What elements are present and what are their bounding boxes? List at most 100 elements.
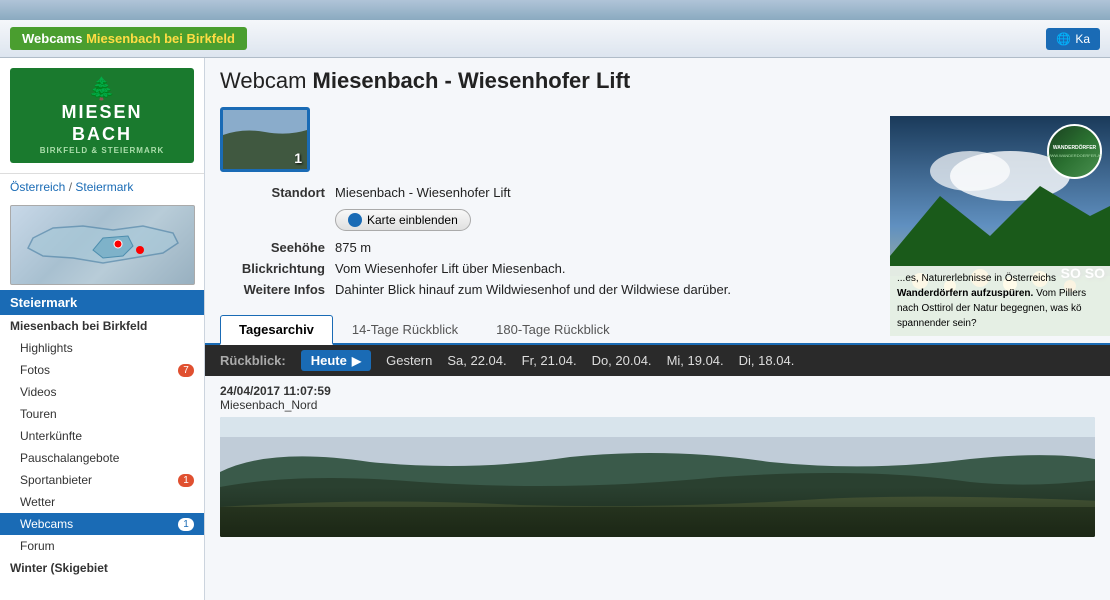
map-button-label: Karte einblenden: [367, 213, 458, 227]
archive-sa[interactable]: Sa, 22.04.: [447, 353, 506, 368]
tab-14tage[interactable]: 14-Tage Rückblick: [333, 315, 477, 343]
logo-line2: BACH: [20, 124, 184, 146]
map-svg: [13, 208, 193, 283]
ad-bottom-text: ...es, Naturerlebnisse in Österreichs Wa…: [890, 266, 1110, 336]
ad-text1: ...es, Naturerlebnisse in Österreichs: [897, 273, 1056, 284]
standort-label: Standort: [220, 185, 335, 200]
sidebar-location-title[interactable]: Miesenbach bei Birkfeld: [0, 315, 204, 337]
content-header: Webcam Miesenbach - Wiesenhofer Lift: [205, 58, 1110, 107]
sidebar-item-pauschalangebote[interactable]: Pauschalangebote: [0, 447, 204, 469]
ad-logo-circle: WANDERDÖRFER WWW.WANDERDOERFER.AT: [1047, 124, 1102, 179]
breadcrumb: Webcams Miesenbach bei Birkfeld: [10, 27, 247, 50]
sidebar-badge: 7: [178, 364, 194, 377]
blickrichtung-label: Blickrichtung: [220, 261, 335, 276]
ka-button[interactable]: 🌐 Ka: [1046, 28, 1100, 50]
header-right: 🌐 Ka: [1046, 28, 1100, 50]
sidebar-item-label: Highlights: [20, 341, 73, 355]
ad-logo-text: WANDERDÖRFER: [1053, 145, 1096, 151]
sidebar-item-label: Fotos: [20, 363, 50, 377]
location-title-text: Miesenbach bei Birkfeld: [10, 319, 147, 333]
sidebar-badge: 1: [178, 518, 194, 531]
archive-mi[interactable]: Mi, 19.04.: [667, 353, 724, 368]
country-link[interactable]: Österreich: [10, 180, 65, 194]
ad-text4: nach Osttirol der Natur begegnen, was kö: [897, 303, 1082, 314]
region-sep: /: [69, 180, 72, 194]
sidebar-item-fotos[interactable]: Fotos 7: [0, 359, 204, 381]
ad-text3: Vom Pillers: [1033, 288, 1086, 299]
panorama-overlay: [220, 487, 1095, 537]
webcam-location-name: Miesenbach_Nord: [220, 398, 1095, 412]
logo-box: 🌲 MIESEN BACH BIRKFELD & STEIERMARK: [10, 68, 194, 163]
sidebar-item-label: Webcams: [20, 517, 73, 531]
sidebar-item-winter[interactable]: Winter (Skigebiet: [0, 557, 204, 579]
page-title: Webcam Miesenbach - Wiesenhofer Lift: [220, 68, 1095, 94]
ad-text5: spannender sein?: [897, 318, 977, 329]
tab-tagesarchiv[interactable]: Tagesarchiv: [220, 315, 333, 345]
weitere-label: Weitere Infos: [220, 282, 335, 297]
sidebar-item-label: Forum: [20, 539, 55, 553]
main-layout: 🌲 MIESEN BACH BIRKFELD & STEIERMARK Öste…: [0, 58, 1110, 600]
archive-arrow: ▶: [352, 354, 361, 368]
seehoehe-label: Seehöhe: [220, 240, 335, 255]
standort-value: Miesenbach - Wiesenhofer Lift: [335, 185, 511, 200]
sidebar-item-label: Videos: [20, 385, 56, 399]
webcam-thumb-number: 1: [294, 150, 302, 166]
sidebar: 🌲 MIESEN BACH BIRKFELD & STEIERMARK Öste…: [0, 58, 205, 600]
archive-fr[interactable]: Fr, 21.04.: [522, 353, 577, 368]
sidebar-item-touren[interactable]: Touren: [0, 403, 204, 425]
breadcrumb-webcams: Webcams: [22, 31, 82, 46]
logo-sub: BIRKFELD & STEIERMARK: [20, 146, 184, 156]
state-link[interactable]: Steiermark: [75, 180, 133, 194]
archive-bar: Rückblick: Heute ▶ Gestern Sa, 22.04. Fr…: [205, 345, 1110, 376]
breadcrumb-location: Miesenbach bei Birkfeld: [86, 31, 235, 46]
webcam-timestamp: 24/04/2017 11:07:59: [220, 384, 1095, 398]
archive-di[interactable]: Di, 18.04.: [739, 353, 795, 368]
sidebar-item-webcams[interactable]: Webcams 1: [0, 513, 204, 535]
ad-logo-url: WWW.WANDERDOERFER.AT: [1047, 153, 1102, 158]
map-area: [0, 200, 204, 290]
sidebar-item-label: Touren: [20, 407, 57, 421]
sidebar-item-label: Sportanbieter: [20, 473, 92, 487]
webcam-image-area: 24/04/2017 11:07:59 Miesenbach_Nord: [205, 376, 1110, 545]
ad-area: WANDERDÖRFER WWW.WANDERDOERFER.AT SO SO …: [890, 116, 1110, 336]
tree-icon: 🌲: [88, 76, 115, 101]
content: Webcam Miesenbach - Wiesenhofer Lift 1 S…: [205, 58, 1110, 600]
page-title-prefix: Webcam: [220, 68, 313, 93]
sidebar-badge: 1: [178, 474, 194, 487]
webcam-panorama: [220, 417, 1095, 537]
globe-icon: 🌐: [1056, 32, 1071, 46]
logo-line1: MIESEN: [20, 102, 184, 124]
archive-do[interactable]: Do, 20.04.: [592, 353, 652, 368]
sidebar-item-highlights[interactable]: Highlights: [0, 337, 204, 359]
breadcrumb-green: Webcams Miesenbach bei Birkfeld: [10, 27, 247, 50]
webcam-thumb-1[interactable]: 1: [220, 107, 310, 172]
section-title-text: Steiermark: [10, 295, 77, 310]
ad-text2: Wanderdörfern aufzuspüren.: [897, 288, 1033, 299]
region-links: Österreich / Steiermark: [0, 174, 204, 200]
globe-map-icon: [348, 213, 362, 227]
map-image: [10, 205, 195, 285]
logo-area: 🌲 MIESEN BACH BIRKFELD & STEIERMARK: [0, 58, 204, 174]
sidebar-section-title: Steiermark: [0, 290, 204, 315]
page-title-main: Miesenbach - Wiesenhofer Lift: [313, 68, 631, 93]
sidebar-item-sportanbieter[interactable]: Sportanbieter 1: [0, 469, 204, 491]
tab-180tage[interactable]: 180-Tage Rückblick: [477, 315, 628, 343]
archive-gestern[interactable]: Gestern: [386, 353, 432, 368]
archive-today-label: Heute: [311, 353, 347, 368]
archive-label: Rückblick:: [220, 353, 286, 368]
sidebar-extra-label: Winter (Skigebiet: [10, 561, 108, 575]
archive-today[interactable]: Heute ▶: [301, 350, 371, 371]
ka-label: Ka: [1075, 32, 1090, 46]
sidebar-item-label: Unterkünfte: [20, 429, 82, 443]
blickrichtung-value: Vom Wiesenhofer Lift über Miesenbach.: [335, 261, 566, 276]
map-button[interactable]: Karte einblenden: [335, 209, 471, 231]
sidebar-item-label: Wetter: [20, 495, 55, 509]
content-wrapper: Webcam Miesenbach - Wiesenhofer Lift 1 S…: [205, 58, 1110, 545]
sidebar-item-forum[interactable]: Forum: [0, 535, 204, 557]
sidebar-item-wetter[interactable]: Wetter: [0, 491, 204, 513]
sidebar-item-label: Pauschalangebote: [20, 451, 119, 465]
seehoehe-value: 875 m: [335, 240, 371, 255]
top-bar: [0, 0, 1110, 20]
sidebar-item-videos[interactable]: Videos: [0, 381, 204, 403]
sidebar-item-unterkuenfte[interactable]: Unterkünfte: [0, 425, 204, 447]
